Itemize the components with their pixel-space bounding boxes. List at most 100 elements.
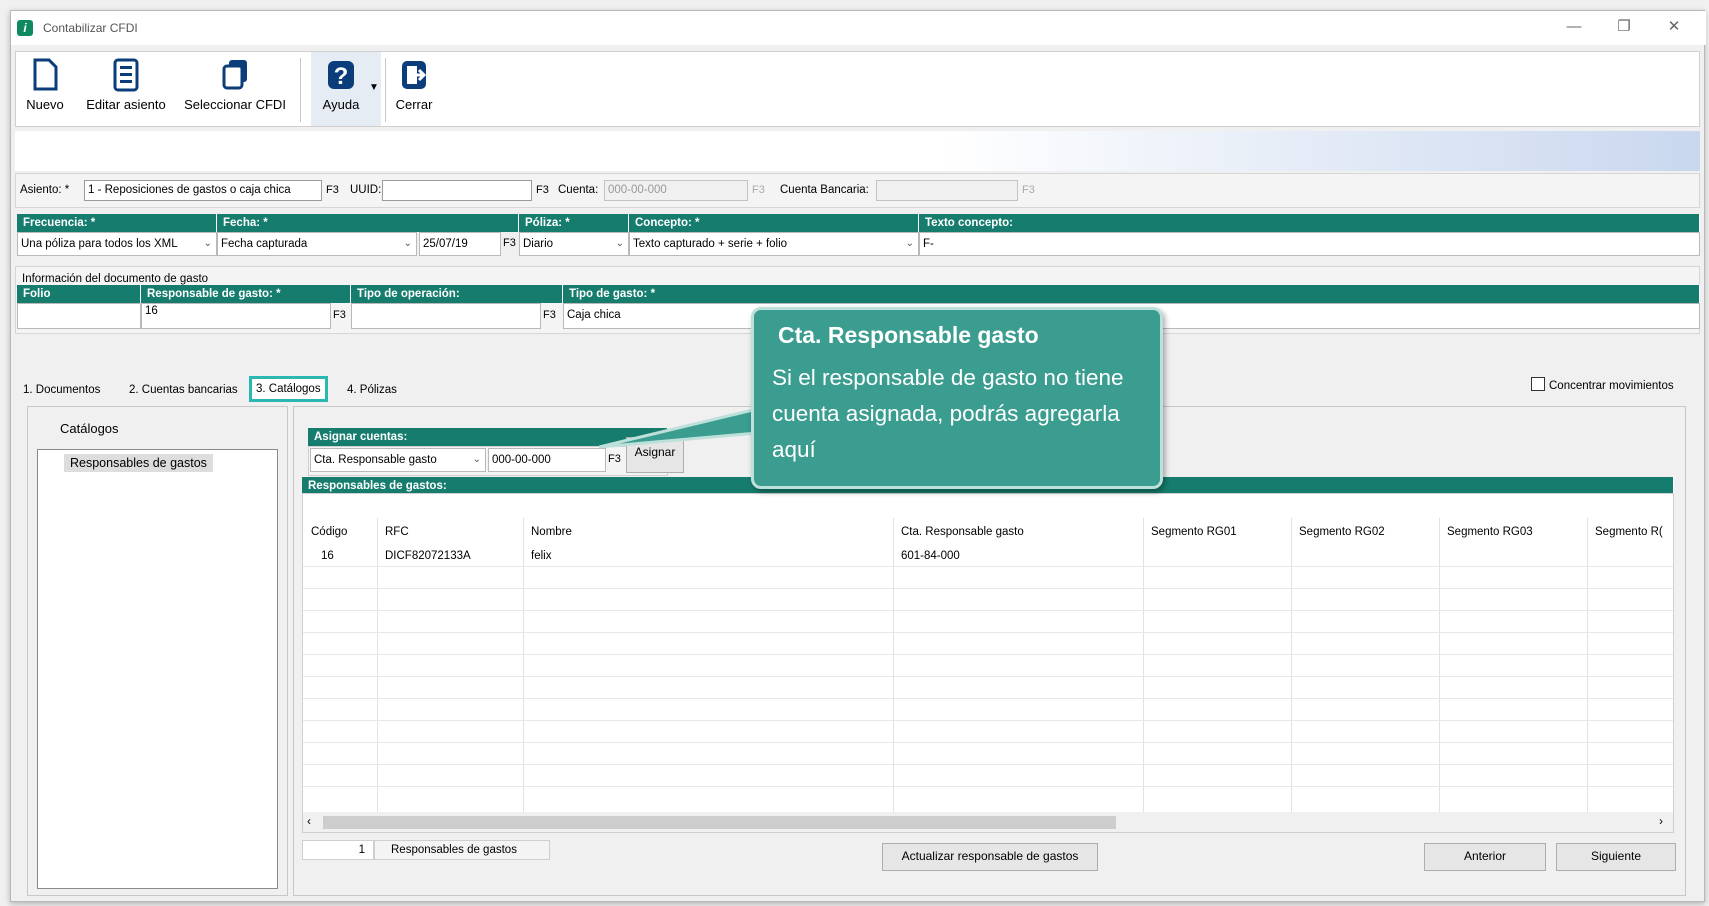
table-cell[interactable]: DICF82072133A <box>377 546 471 566</box>
fecha-f3-button[interactable]: F3 <box>503 237 516 249</box>
new-document-icon <box>33 58 58 91</box>
siguiente-button[interactable]: Siguiente <box>1556 843 1676 871</box>
toolbar-separator <box>385 58 386 122</box>
catalogos-list: Responsables de gastos <box>37 449 278 889</box>
uuid-f3-button[interactable]: F3 <box>536 184 549 196</box>
column-header[interactable]: Segmento R( <box>1587 520 1663 544</box>
minimize-icon[interactable]: — <box>1551 13 1597 41</box>
close-icon[interactable]: ✕ <box>1651 13 1697 41</box>
poliza-header: Póliza: * <box>519 214 629 232</box>
concepto-select[interactable]: Texto capturado + serie + folio ⌄ <box>629 232 919 256</box>
frecuencia-header: Frecuencia: * <box>17 214 217 232</box>
tipo-operacion-header: Tipo de operación: <box>351 285 563 303</box>
chevron-down-icon: ⌄ <box>203 238 212 249</box>
chevron-down-icon: ⌄ <box>472 454 481 465</box>
record-count-label: Responsables de gastos <box>374 840 550 860</box>
cuenta-label: Cuenta: <box>558 184 599 196</box>
frecuencia-select[interactable]: Una póliza para todos los XML ⌄ <box>17 232 217 256</box>
record-count: 1 <box>302 840 374 860</box>
fecha-field[interactable]: 25/07/19 <box>419 232 501 256</box>
column-header[interactable]: RFC <box>377 520 409 544</box>
list-item[interactable]: Responsables de gastos <box>64 454 213 472</box>
exit-icon <box>402 61 427 89</box>
callout-pointer <box>599 407 759 449</box>
nuevo-button[interactable]: Nuevo <box>18 56 72 124</box>
seleccionar-cfdi-button[interactable]: Seleccionar CFDI <box>180 56 290 124</box>
texto-concepto-field[interactable]: F- <box>919 232 1700 256</box>
tipo-operacion-f3-button[interactable]: F3 <box>543 309 556 321</box>
chevron-down-icon: ⌄ <box>403 238 412 249</box>
column-header[interactable]: Segmento RG02 <box>1291 520 1385 544</box>
concepto-header: Concepto: * <box>629 214 919 232</box>
anterior-button[interactable]: Anterior <box>1424 843 1546 871</box>
cerrar-button[interactable]: Cerrar <box>391 56 437 124</box>
asiento-row: Asiento: * 1 - Reposiciones de gastos o … <box>15 173 1700 208</box>
scrollbar-thumb[interactable] <box>323 816 1116 829</box>
asignar-cuenta-field[interactable]: 000-00-000 <box>488 448 606 472</box>
column-header[interactable]: Nombre <box>523 520 572 544</box>
concentrar-checkbox[interactable]: Concentrar movimientos <box>1531 377 1674 392</box>
poliza-select[interactable]: Diario ⌄ <box>519 232 629 256</box>
table-cell[interactable]: 16 <box>313 546 334 566</box>
tipo-operacion-field[interactable] <box>351 303 541 329</box>
catalogos-panel: Catálogos Responsables de gastos <box>27 406 288 896</box>
tab-cuentas-bancarias[interactable]: 2. Cuentas bancarias <box>125 380 242 400</box>
catalogos-title: Catálogos <box>60 421 119 436</box>
uuid-field[interactable] <box>382 180 532 201</box>
ayuda-dropdown-icon[interactable]: ▼ <box>369 82 379 93</box>
restore-icon[interactable]: ❐ <box>1601 13 1647 41</box>
tab-polizas[interactable]: 4. Pólizas <box>343 380 401 400</box>
help-callout: Cta. Responsable gasto Si el responsable… <box>751 307 1163 489</box>
asiento-label: Asiento: * <box>20 184 70 196</box>
asiento-f3-button[interactable]: F3 <box>326 184 339 196</box>
column-header[interactable]: Cta. Responsable gasto <box>893 520 1024 544</box>
toolbar: Nuevo Editar asiento Seleccionar CFDI ? … <box>15 51 1700 127</box>
folio-field[interactable] <box>17 303 141 329</box>
checkbox-icon <box>1531 377 1545 391</box>
edit-entry-icon <box>113 58 139 92</box>
asiento-field[interactable]: 1 - Reposiciones de gastos o caja chica <box>84 180 322 201</box>
chevron-down-icon: ⌄ <box>615 238 624 249</box>
column-header[interactable]: Código <box>303 520 347 544</box>
responsable-header: Responsable de gasto: * <box>141 285 351 303</box>
scroll-right-icon[interactable]: › <box>1659 814 1663 828</box>
title-bar: i Contabilizar CFDI — ❐ ✕ <box>11 11 1706 45</box>
actualizar-button[interactable]: Actualizar responsable de gastos <box>882 843 1098 871</box>
tab-catalogos[interactable]: 3. Catálogos <box>249 376 328 402</box>
fecha-tipo-select[interactable]: Fecha capturada ⌄ <box>217 232 417 256</box>
callout-title: Cta. Responsable gasto <box>778 322 1039 348</box>
responsable-field[interactable]: 16 <box>141 303 331 329</box>
help-icon: ? <box>328 61 354 90</box>
main-window: i Contabilizar CFDI — ❐ ✕ Nuevo Editar a… <box>10 10 1706 902</box>
header-band <box>15 131 1700 171</box>
column-header[interactable]: Segmento RG03 <box>1439 520 1533 544</box>
select-cfdi-icon <box>222 60 247 90</box>
cfdi-app-icon: i <box>17 20 33 36</box>
table-cell[interactable]: 601-84-000 <box>893 546 960 566</box>
cuenta-bancaria-label: Cuenta Bancaria: <box>780 184 869 196</box>
toolbar-separator <box>300 58 301 122</box>
folio-header: Folio <box>17 285 141 303</box>
scroll-left-icon[interactable]: ‹ <box>307 814 311 828</box>
documento-gasto-title: Información del documento de gasto <box>22 273 209 285</box>
uuid-label: UUID: <box>350 184 382 196</box>
editar-asiento-button[interactable]: Editar asiento <box>78 56 174 124</box>
fecha-header: Fecha: * <box>217 214 519 232</box>
table-cell[interactable]: felix <box>523 546 551 566</box>
cuenta-bancaria-field[interactable] <box>876 180 1018 201</box>
texto-concepto-header: Texto concepto: <box>919 214 1700 232</box>
cuenta-bancaria-f3-button[interactable]: F3 <box>1022 184 1035 196</box>
chevron-down-icon: ⌄ <box>905 238 914 249</box>
tipo-gasto-header: Tipo de gasto: * <box>563 285 1700 303</box>
window-title: Contabilizar CFDI <box>43 21 138 35</box>
column-header[interactable]: Segmento RG01 <box>1143 520 1237 544</box>
cuenta-field[interactable]: 000-00-000 <box>604 180 748 201</box>
callout-body: Si el responsable de gasto no tiene cuen… <box>772 365 1124 462</box>
ayuda-button[interactable]: ? Ayuda ▼ <box>311 52 381 126</box>
responsables-table: Código RFC Nombre Cta. Responsable gasto… <box>302 493 1674 833</box>
tab-documentos[interactable]: 1. Documentos <box>19 380 104 400</box>
cuenta-f3-button[interactable]: F3 <box>752 184 765 196</box>
responsable-f3-button[interactable]: F3 <box>333 309 346 321</box>
horizontal-scrollbar[interactable]: ‹ › <box>303 812 1673 832</box>
asignar-tipo-select[interactable]: Cta. Responsable gasto ⌄ <box>310 448 486 472</box>
